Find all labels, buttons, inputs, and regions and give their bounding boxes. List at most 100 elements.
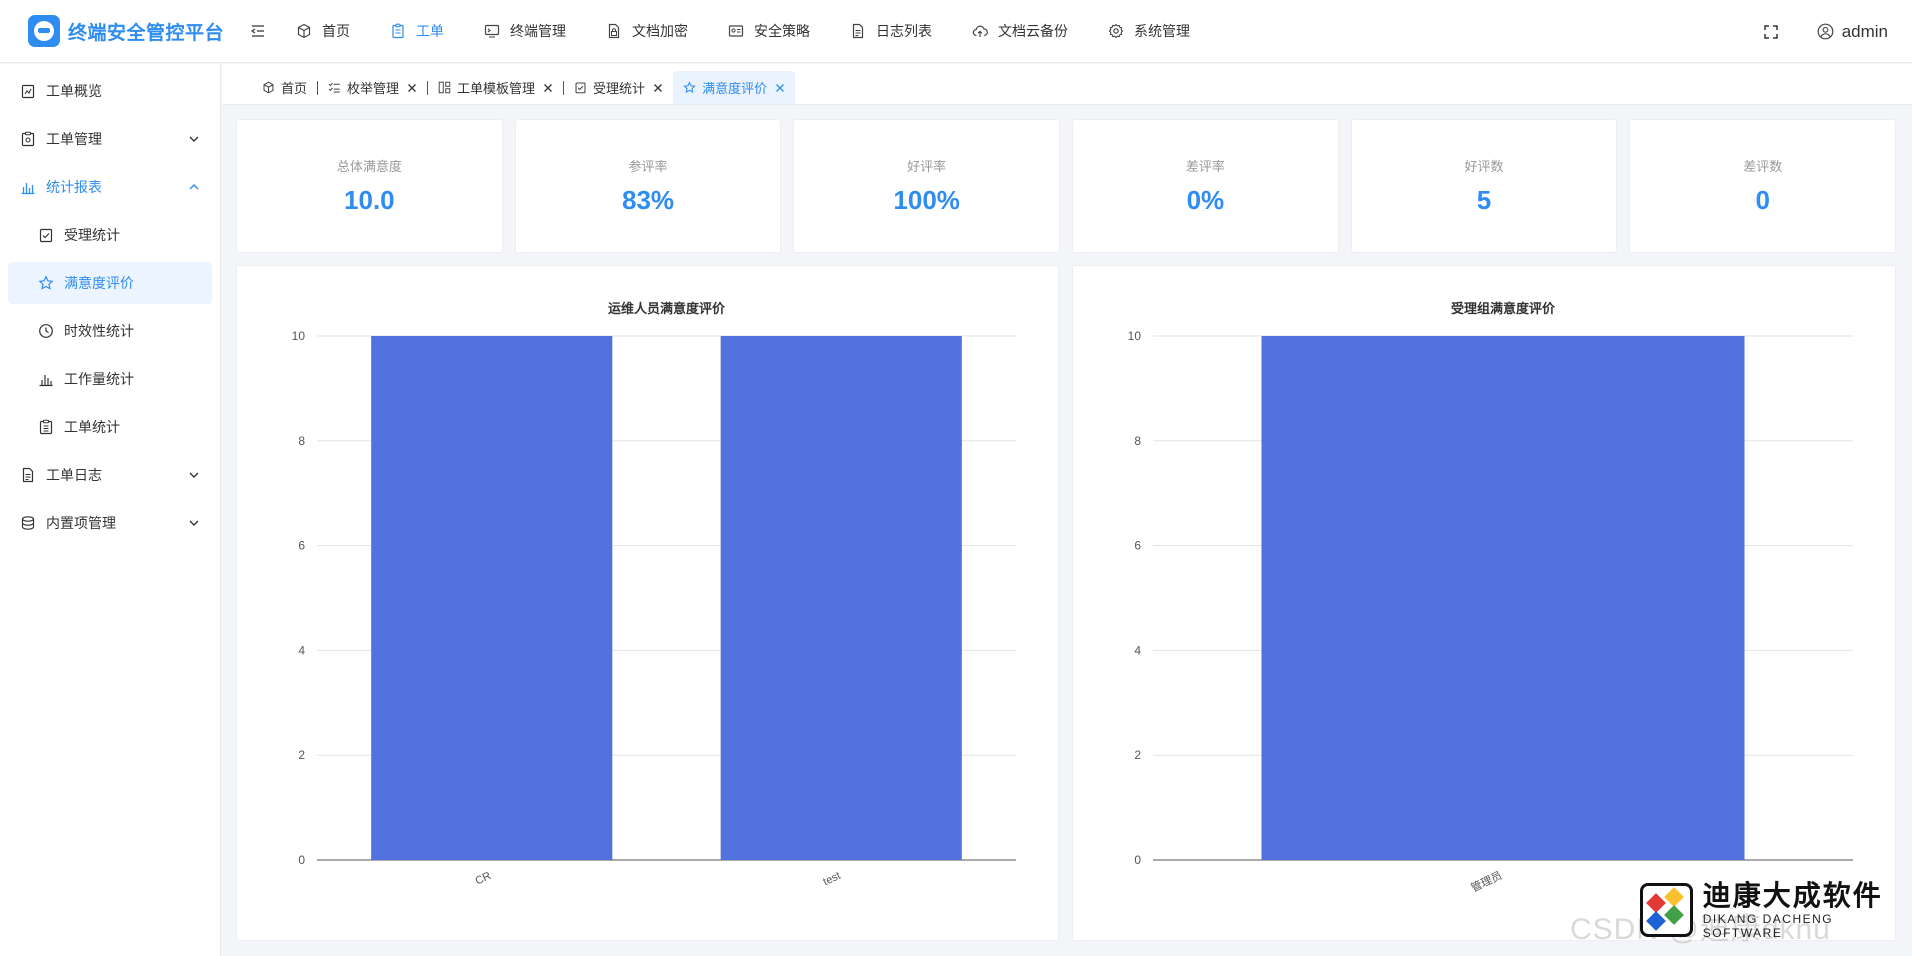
topnav-label: 首页	[322, 23, 350, 39]
sidebar-item-label: 工作量统计	[64, 371, 134, 387]
sidebar-item-accept-stats[interactable]: 受理统计	[8, 214, 212, 256]
sidebar-item-workorder-stats[interactable]: 工单统计	[8, 406, 212, 448]
fullscreen-button[interactable]	[1761, 22, 1781, 42]
stat-card-bad-rate: 差评率 0%	[1072, 119, 1339, 253]
layout-icon	[438, 81, 451, 94]
sidebar-item-statistics[interactable]: 统计报表	[8, 166, 212, 208]
brand-name-en: DIKANG DACHENG SOFTWARE	[1702, 912, 1834, 940]
stat-value: 5	[1476, 185, 1492, 215]
stat-label: 好评数	[1464, 159, 1504, 174]
brand-watermark: 迪康大成软件 DIKANG DACHENG SOFTWARE	[1640, 880, 1912, 940]
bar-chart-icon	[21, 183, 35, 195]
close-icon	[776, 83, 785, 92]
tab-bar: 首页 枚举管理 工单模板管理 受理统计 满意度评价	[222, 64, 1912, 105]
sidebar-item-label: 工单统计	[64, 419, 120, 435]
user-avatar-icon	[1817, 23, 1834, 40]
sidebar-item-label: 满意度评价	[64, 275, 134, 291]
sidebar-item-timeliness[interactable]: 时效性统计	[8, 310, 212, 352]
topnav-label: 安全策略	[754, 23, 810, 39]
header-right: admin	[1761, 0, 1888, 63]
topnav-home[interactable]: 首页	[296, 0, 350, 62]
stat-value: 10.0	[344, 185, 395, 215]
y-tick-label: 2	[298, 748, 305, 762]
topnav-workorder[interactable]: 工单	[390, 0, 444, 62]
stat-label: 好评率	[907, 159, 947, 174]
sidebar-item-label: 时效性统计	[64, 323, 134, 339]
topnav-label: 日志列表	[876, 23, 932, 39]
database-icon	[21, 516, 35, 530]
tab-satisfaction[interactable]: 满意度评价	[673, 71, 796, 104]
stat-label: 差评率	[1185, 159, 1225, 174]
chevron-up-icon	[189, 184, 199, 190]
clipboard-list-icon	[39, 419, 53, 435]
stat-card-overall: 总体满意度 10.0	[236, 119, 503, 253]
tab-label: 枚举管理	[347, 81, 400, 96]
stat-value: 100%	[893, 185, 960, 215]
sidebar-item-satisfaction[interactable]: 满意度评价	[8, 262, 212, 304]
sidebar-item-label: 内置项管理	[46, 515, 116, 531]
topnav-doc-encrypt[interactable]: 文档加密	[606, 0, 688, 62]
close-icon	[408, 83, 416, 92]
tab-label: 工单模板管理	[457, 81, 536, 96]
x-tick-label: 管理员	[1468, 868, 1504, 895]
y-tick-label: 10	[1128, 329, 1142, 343]
logo-badge-icon	[28, 15, 60, 47]
sidebar-item-label: 工单概览	[46, 83, 102, 99]
tab-close-button[interactable]	[653, 83, 663, 93]
tab-enum-manage[interactable]: 枚举管理	[318, 71, 427, 104]
bar-管理员	[1261, 336, 1745, 860]
menu-fold-icon	[250, 25, 264, 37]
tab-accept-stats[interactable]: 受理统计	[564, 71, 673, 104]
y-tick-label: 10	[292, 329, 306, 343]
user-menu[interactable]: admin	[1817, 22, 1888, 42]
sidebar-item-label: 受理统计	[64, 227, 120, 243]
topnav-cloud-backup[interactable]: 文档云备份	[972, 0, 1068, 62]
brand-logo-icon	[1640, 883, 1693, 937]
x-tick-label: test	[821, 870, 842, 888]
bar-test	[720, 336, 962, 860]
group-satisfaction-chart: 受理组满意度评价 0 2 4 6 8 10 管理员	[1128, 301, 1853, 895]
chart-title: 受理组满意度评价	[1451, 301, 1556, 316]
app-logo[interactable]: 终端安全管控平台	[0, 15, 230, 47]
username: admin	[1841, 21, 1888, 41]
chart-panel-group: 受理组满意度评价 0 2 4 6 8 10 管理员	[1072, 265, 1896, 941]
tab-close-button[interactable]	[543, 83, 553, 93]
y-tick-label: 2	[1134, 748, 1141, 762]
topnav-log-list[interactable]: 日志列表	[850, 0, 932, 62]
topnav-security-policy[interactable]: 安全策略	[728, 0, 810, 62]
stat-label: 总体满意度	[336, 159, 402, 174]
tab-home[interactable]: 首页	[252, 71, 317, 104]
topnav-label: 终端管理	[510, 23, 566, 39]
tab-template-manage[interactable]: 工单模板管理	[428, 71, 563, 104]
stat-cards: 总体满意度 10.0 参评率 83% 好评率 100% 差评率 0% 好评数 5…	[236, 119, 1897, 253]
tab-close-button[interactable]	[775, 83, 785, 93]
document-icon	[22, 467, 34, 483]
tab-close-button[interactable]	[407, 83, 417, 93]
check-square-icon	[575, 82, 586, 94]
chart-title: 运维人员满意度评价	[608, 301, 726, 316]
y-tick-label: 4	[298, 643, 305, 657]
y-tick-label: 4	[1134, 643, 1141, 657]
topnav-system[interactable]: 系统管理	[1108, 0, 1190, 62]
brand-text: 迪康大成软件 DIKANG DACHENG SOFTWARE	[1703, 880, 1912, 940]
topnav-terminal[interactable]: 终端管理	[484, 0, 566, 62]
sidebar-item-workorder-log[interactable]: 工单日志	[8, 454, 212, 496]
menu-collapse-button[interactable]	[246, 19, 270, 43]
app-title: 终端安全管控平台	[68, 22, 225, 44]
y-tick-label: 0	[1134, 853, 1141, 867]
star-icon	[38, 275, 54, 290]
sidebar-item-workorder-manage[interactable]: 工单管理	[8, 118, 212, 160]
sidebar-item-builtin[interactable]: 内置项管理	[8, 502, 212, 544]
chevron-down-icon	[189, 136, 199, 142]
cube-icon	[263, 81, 274, 94]
clock-icon	[39, 324, 53, 338]
file-lock-icon	[608, 23, 620, 39]
stat-card-bad-count: 差评数 0	[1629, 119, 1897, 253]
stat-card-participation: 参评率 83%	[514, 119, 782, 253]
sidebar-item-workload[interactable]: 工作量统计	[8, 358, 212, 400]
star-icon	[683, 81, 696, 94]
stat-label: 参评率	[628, 159, 668, 174]
sidebar-item-overview[interactable]: 工单概览	[8, 70, 212, 112]
y-tick-label: 0	[298, 853, 305, 867]
staff-satisfaction-chart: 运维人员满意度评价 0 2 4 6 8 10 CR test	[292, 301, 1016, 888]
